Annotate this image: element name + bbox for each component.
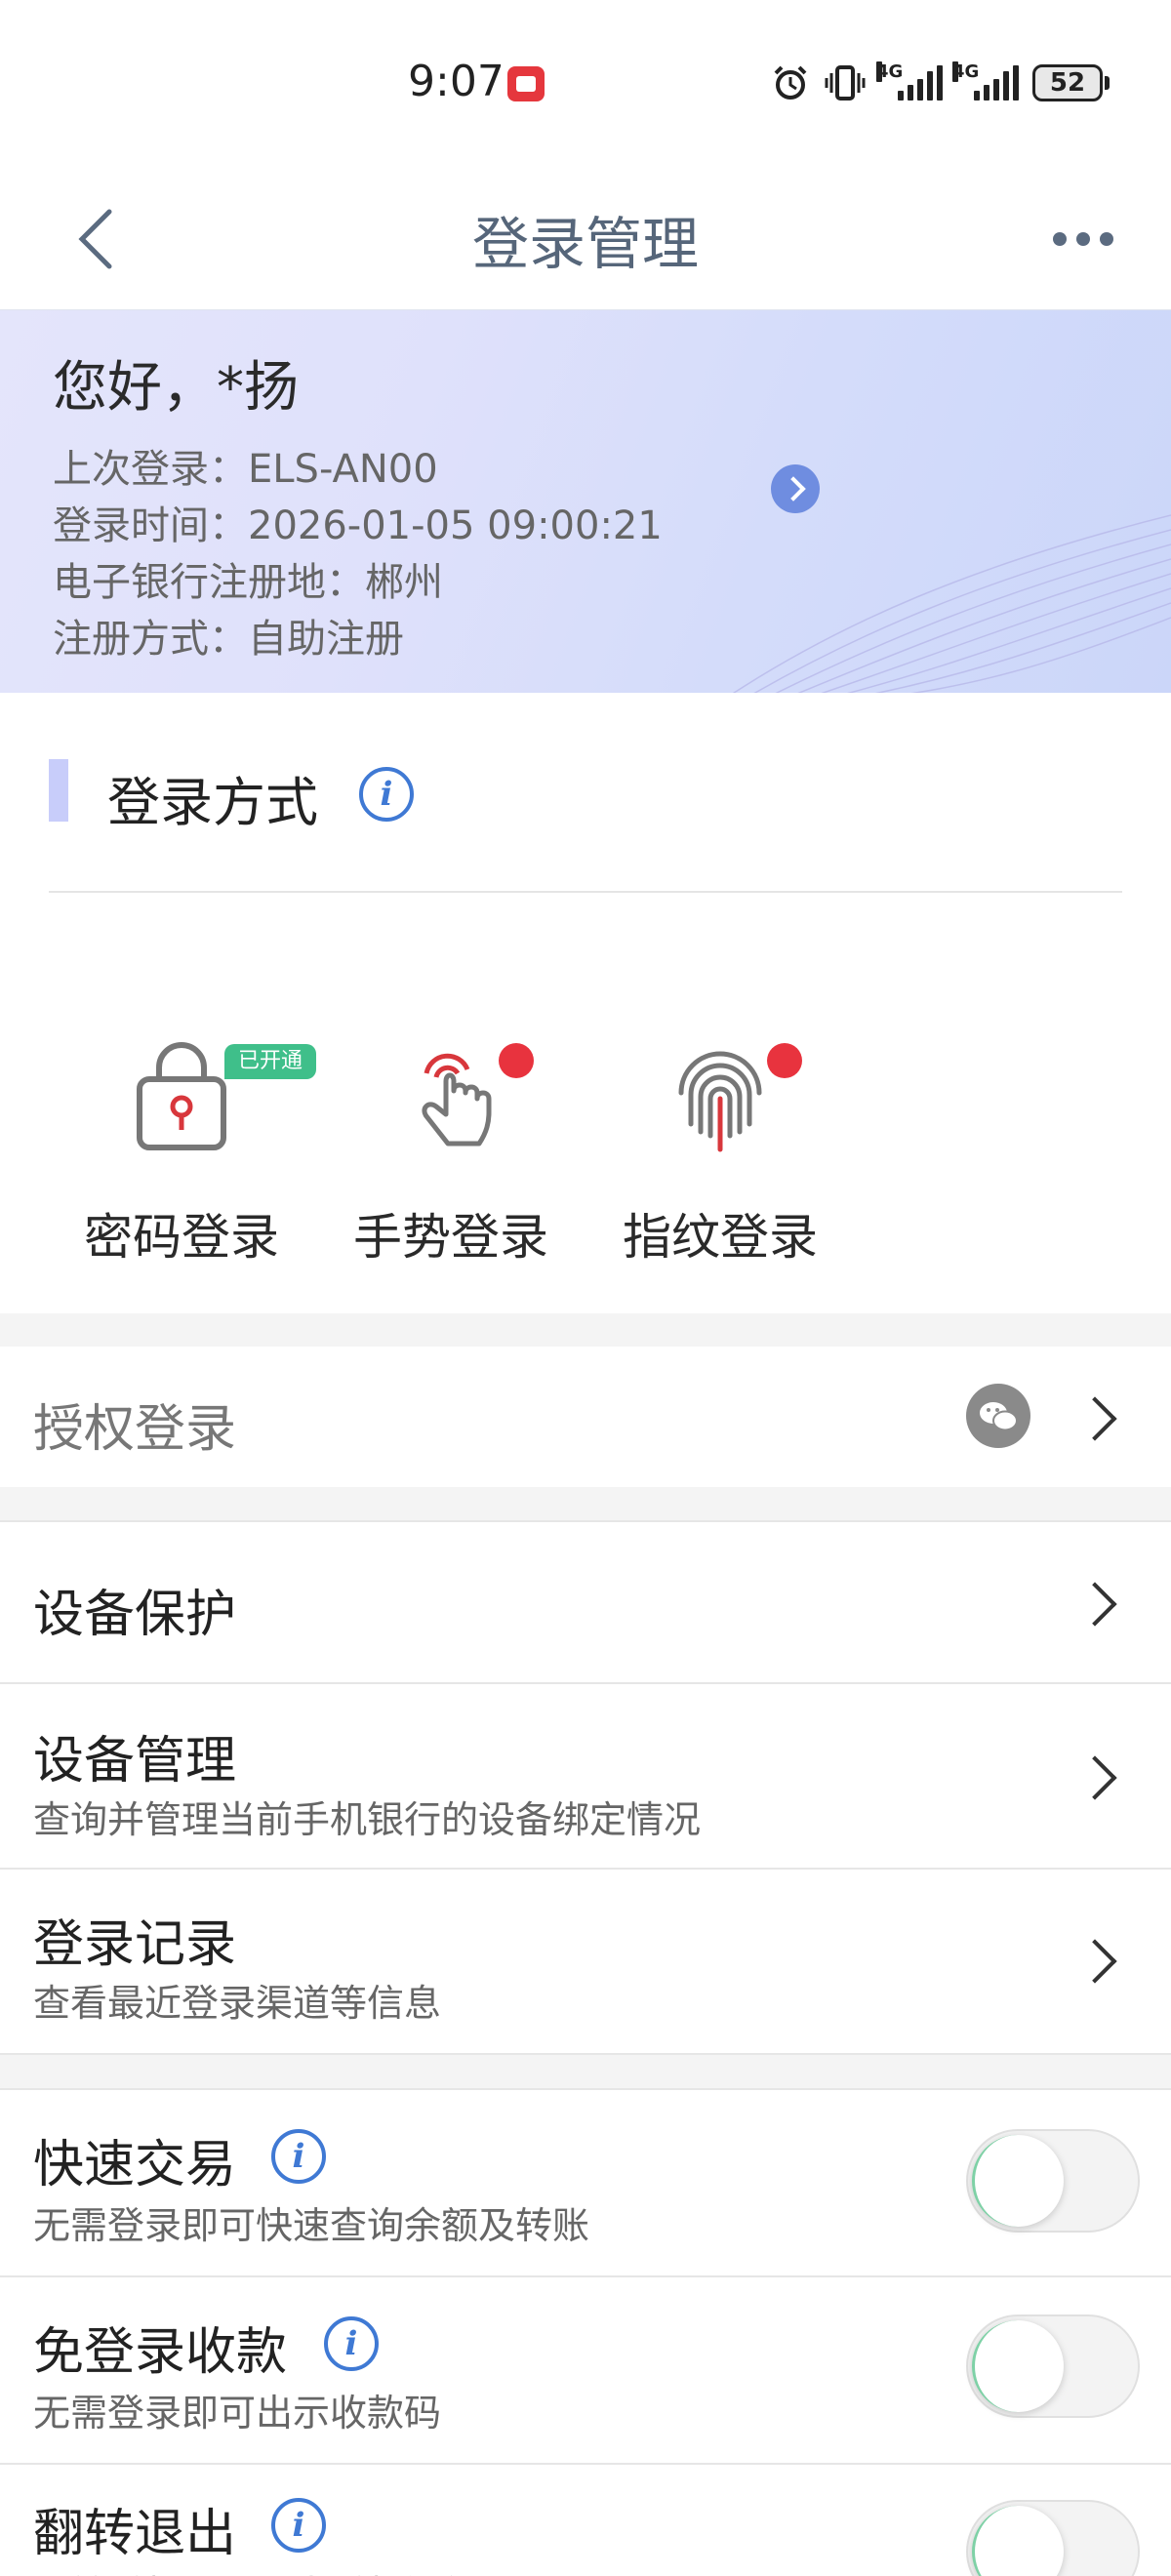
row-subtitle: 翻转手机即可退出手机银行 (33, 2564, 478, 2576)
status-time: 9:07 (408, 57, 505, 106)
chevron-right-icon (1072, 1396, 1117, 1441)
row-title: 快速交易 (33, 2136, 237, 2194)
last-login-device: 上次登录：ELS-AN00 (53, 447, 438, 492)
row-subtitle: 查看最近登录渠道等信息 (33, 1982, 442, 2025)
row-title: 翻转退出 (33, 2505, 237, 2563)
info-icon[interactable]: i (324, 2316, 379, 2371)
section-title-login-methods: 登录方式 (107, 772, 318, 833)
method-label: 密码登录 (84, 1209, 279, 1266)
toggle-knob (972, 2320, 1064, 2412)
method-label: 手势登录 (353, 1209, 548, 1266)
page-title: 登录管理 (471, 211, 699, 277)
quick-trade-toggle[interactable] (966, 2129, 1140, 2233)
row-title: 登录记录 (33, 1915, 237, 1974)
more-dot-icon (1100, 232, 1113, 246)
section-divider (49, 891, 1122, 893)
register-place: 电子银行注册地：郴州 (53, 560, 443, 605)
new-dot-indicator (767, 1043, 802, 1078)
row-subtitle: 查询并管理当前手机银行的设备绑定情况 (33, 1798, 702, 1841)
flip-exit-toggle[interactable] (966, 2500, 1140, 2576)
lock-icon (137, 1042, 226, 1150)
more-dot-icon (1053, 232, 1067, 246)
app-header: 登录管理 (0, 171, 1171, 311)
row-login-free-collection: 免登录收款 i 无需登录即可出示收款码 (0, 2277, 1171, 2463)
opened-badge: 已开通 (224, 1044, 316, 1079)
status-icons: 4G 4G 52 (771, 59, 1110, 107)
method-fingerprint-login[interactable]: 指纹登录 (603, 1034, 837, 1268)
gesture-icon (422, 1053, 492, 1147)
battery-icon: 52 (1032, 64, 1103, 101)
decorative-waves (732, 514, 1171, 693)
user-info-banner[interactable]: 您好，*扬 上次登录：ELS-AN00 登录时间：2026-01-05 09:0… (0, 310, 1171, 693)
vibrate-icon (825, 65, 866, 101)
section-gap (0, 2053, 1171, 2090)
toggle-knob (972, 2506, 1064, 2576)
greeting-text: 您好，*扬 (53, 356, 299, 420)
signal-icon-1: 4G (876, 61, 943, 101)
info-icon[interactable]: i (271, 2129, 326, 2184)
more-button[interactable] (1044, 220, 1122, 259)
new-dot-indicator (499, 1043, 534, 1078)
row-subtitle: 无需登录即可出示收款码 (33, 2392, 442, 2435)
method-gesture-login[interactable]: 手势登录 (334, 1034, 568, 1268)
alarm-icon (774, 65, 807, 100)
row-flip-exit: 翻转退出 i 翻转手机即可退出手机银行 (0, 2465, 1171, 2576)
row-device-management[interactable]: 设备管理 查询并管理当前手机银行的设备绑定情况 (0, 1684, 1171, 1868)
status-bar: 9:07 4G 4G 52 (0, 0, 1171, 171)
section-gap (0, 1313, 1171, 1347)
wechat-icon (966, 1384, 1030, 1448)
last-login-time: 登录时间：2026-01-05 09:00:21 (53, 503, 663, 548)
method-label: 指纹登录 (623, 1209, 818, 1266)
section-gap (0, 1487, 1171, 1522)
login-free-collection-toggle[interactable] (966, 2314, 1140, 2418)
row-subtitle: 无需登录即可快速查询余额及转账 (33, 2204, 590, 2247)
info-icon[interactable]: i (359, 767, 414, 822)
chevron-right-icon (1072, 1939, 1117, 1984)
row-title: 设备保护 (33, 1586, 237, 1644)
row-quick-trade: 快速交易 i 无需登录即可快速查询余额及转账 (0, 2090, 1171, 2275)
info-icon[interactable]: i (271, 2498, 326, 2553)
toggle-knob (972, 2135, 1064, 2227)
row-title: 免登录收款 (33, 2323, 288, 2382)
row-login-records[interactable]: 登录记录 查看最近登录渠道等信息 (0, 1870, 1171, 2053)
signal-icon-2: 4G (952, 61, 1019, 101)
chevron-right-icon (1072, 1755, 1117, 1800)
row-authorized-login[interactable]: 授权登录 (0, 1347, 1171, 1487)
row-divider (0, 2053, 1171, 2055)
row-title: 授权登录 (33, 1400, 237, 1459)
section-accent-bar (49, 759, 68, 822)
register-method: 注册方式：自助注册 (53, 617, 404, 662)
more-dot-icon (1076, 232, 1090, 246)
chevron-right-icon (1072, 1582, 1117, 1627)
battery-tip (1105, 76, 1110, 90)
row-title: 设备管理 (33, 1732, 237, 1791)
row-device-protection[interactable]: 设备保护 (0, 1522, 1171, 1682)
fingerprint-icon (678, 1051, 762, 1152)
screen-record-icon (507, 66, 545, 101)
